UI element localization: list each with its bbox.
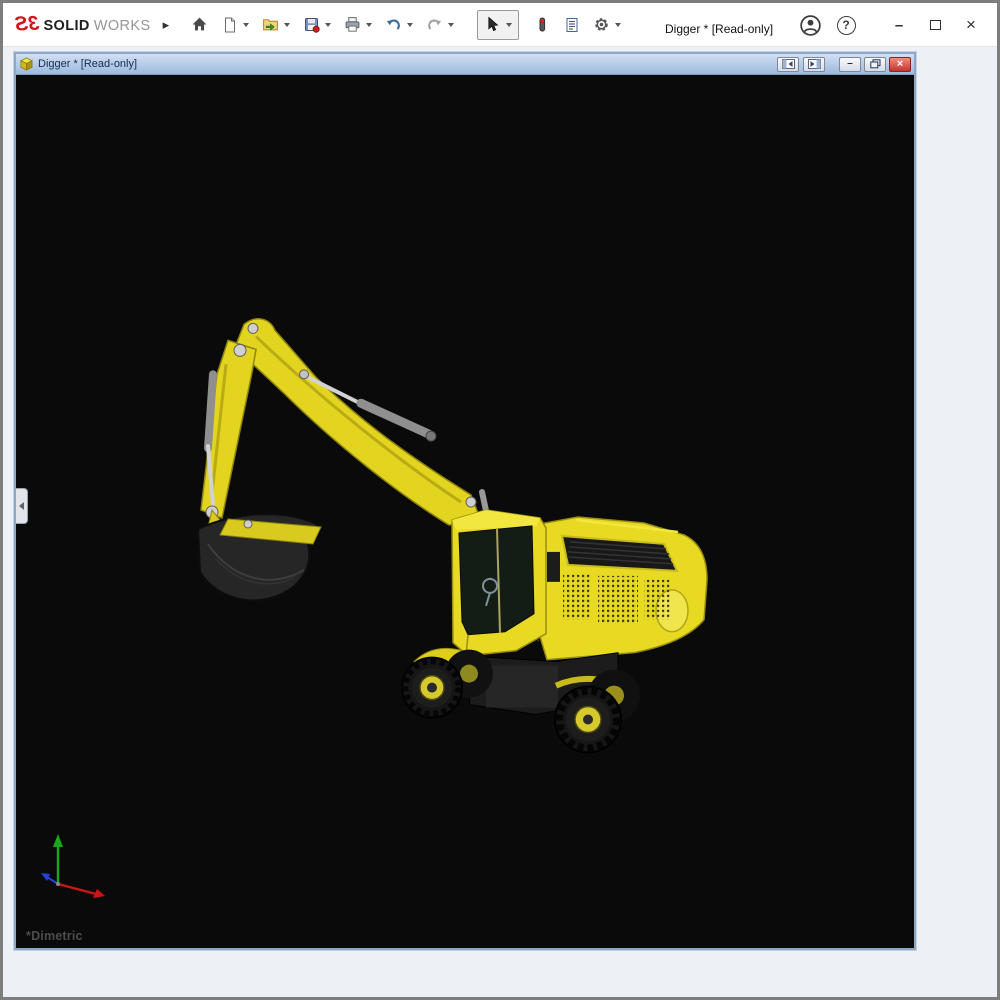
select-tool-dropdown[interactable]	[506, 23, 512, 27]
part-cube-icon	[19, 57, 34, 71]
home-button[interactable]	[187, 12, 212, 38]
undo-dropdown[interactable]	[407, 23, 413, 27]
redo-icon[interactable]	[422, 12, 447, 38]
toolbar-expander-chevron[interactable]: ▸	[163, 17, 170, 33]
restore-icon	[870, 59, 881, 69]
redo-dropdown[interactable]	[448, 23, 454, 27]
open-folder-icon[interactable]	[258, 12, 283, 38]
close-button[interactable]: ×	[957, 11, 985, 39]
new-document-dropdown[interactable]	[243, 23, 249, 27]
child-window-titlebar[interactable]: Digger * [Read-only] – ×	[16, 54, 914, 75]
solidworks-logo: 3S SOLID WORKS	[15, 13, 151, 36]
stoplight-icon[interactable]	[529, 12, 554, 38]
child-close-button[interactable]: ×	[889, 57, 911, 72]
redo-button[interactable]	[422, 12, 458, 38]
new-document-button[interactable]	[217, 12, 253, 38]
home-icon[interactable]	[187, 12, 212, 38]
solidworks-window: 3S SOLID WORKS ▸	[0, 0, 1000, 1000]
feature-manager-collapse-tab[interactable]	[16, 488, 28, 524]
document-properties-icon[interactable]	[559, 12, 584, 38]
undo-button[interactable]	[381, 12, 417, 38]
child-minimize-button[interactable]: –	[839, 57, 861, 72]
open-button[interactable]	[258, 12, 294, 38]
child-restore-button[interactable]	[864, 57, 886, 72]
brand-works: WORKS	[94, 18, 151, 34]
titlebar-right-controls: ? – ×	[785, 3, 985, 47]
graphics-viewport[interactable]: *Dimetric	[16, 75, 914, 948]
minimize-button[interactable]: –	[885, 11, 913, 39]
pane-left-icon	[782, 59, 795, 69]
document-child-window: Digger * [Read-only] – ×	[14, 52, 916, 950]
pane-right-icon	[808, 59, 821, 69]
account-button[interactable]	[799, 14, 821, 36]
open-dropdown[interactable]	[284, 23, 290, 27]
print-icon[interactable]	[340, 12, 365, 38]
dassault-3ds-mark-icon: 3S	[15, 13, 39, 36]
mdi-workspace: Digger * [Read-only] – ×	[3, 47, 997, 997]
pane-right-button[interactable]	[803, 57, 825, 72]
stoplight-button[interactable]	[529, 12, 554, 38]
help-button[interactable]: ?	[835, 14, 857, 36]
help-icon: ?	[837, 16, 856, 35]
new-document-icon[interactable]	[217, 12, 242, 38]
digger-model[interactable]	[16, 75, 914, 948]
maximize-icon	[930, 20, 941, 30]
main-toolbar: 3S SOLID WORKS ▸	[3, 3, 997, 47]
document-title: Digger * [Read-only]	[665, 22, 773, 36]
brand-solid: SOLID	[43, 18, 89, 34]
orientation-triad	[30, 826, 120, 906]
print-dropdown[interactable]	[366, 23, 372, 27]
options-dropdown[interactable]	[615, 23, 621, 27]
select-cursor-icon[interactable]	[480, 12, 505, 38]
pane-left-button[interactable]	[777, 57, 799, 72]
undo-icon[interactable]	[381, 12, 406, 38]
print-button[interactable]	[340, 12, 376, 38]
save-floppy-icon[interactable]	[299, 12, 324, 38]
save-button[interactable]	[299, 12, 335, 38]
child-window-title: Digger * [Read-only]	[38, 58, 773, 70]
collapse-arrow-icon	[19, 502, 24, 510]
maximize-button[interactable]	[921, 11, 949, 39]
options-button[interactable]	[589, 12, 625, 38]
view-orientation-label: *Dimetric	[26, 929, 83, 943]
document-properties-button[interactable]	[559, 12, 584, 38]
gear-icon[interactable]	[589, 12, 614, 38]
save-dropdown[interactable]	[325, 23, 331, 27]
select-tool-active[interactable]	[477, 10, 519, 40]
